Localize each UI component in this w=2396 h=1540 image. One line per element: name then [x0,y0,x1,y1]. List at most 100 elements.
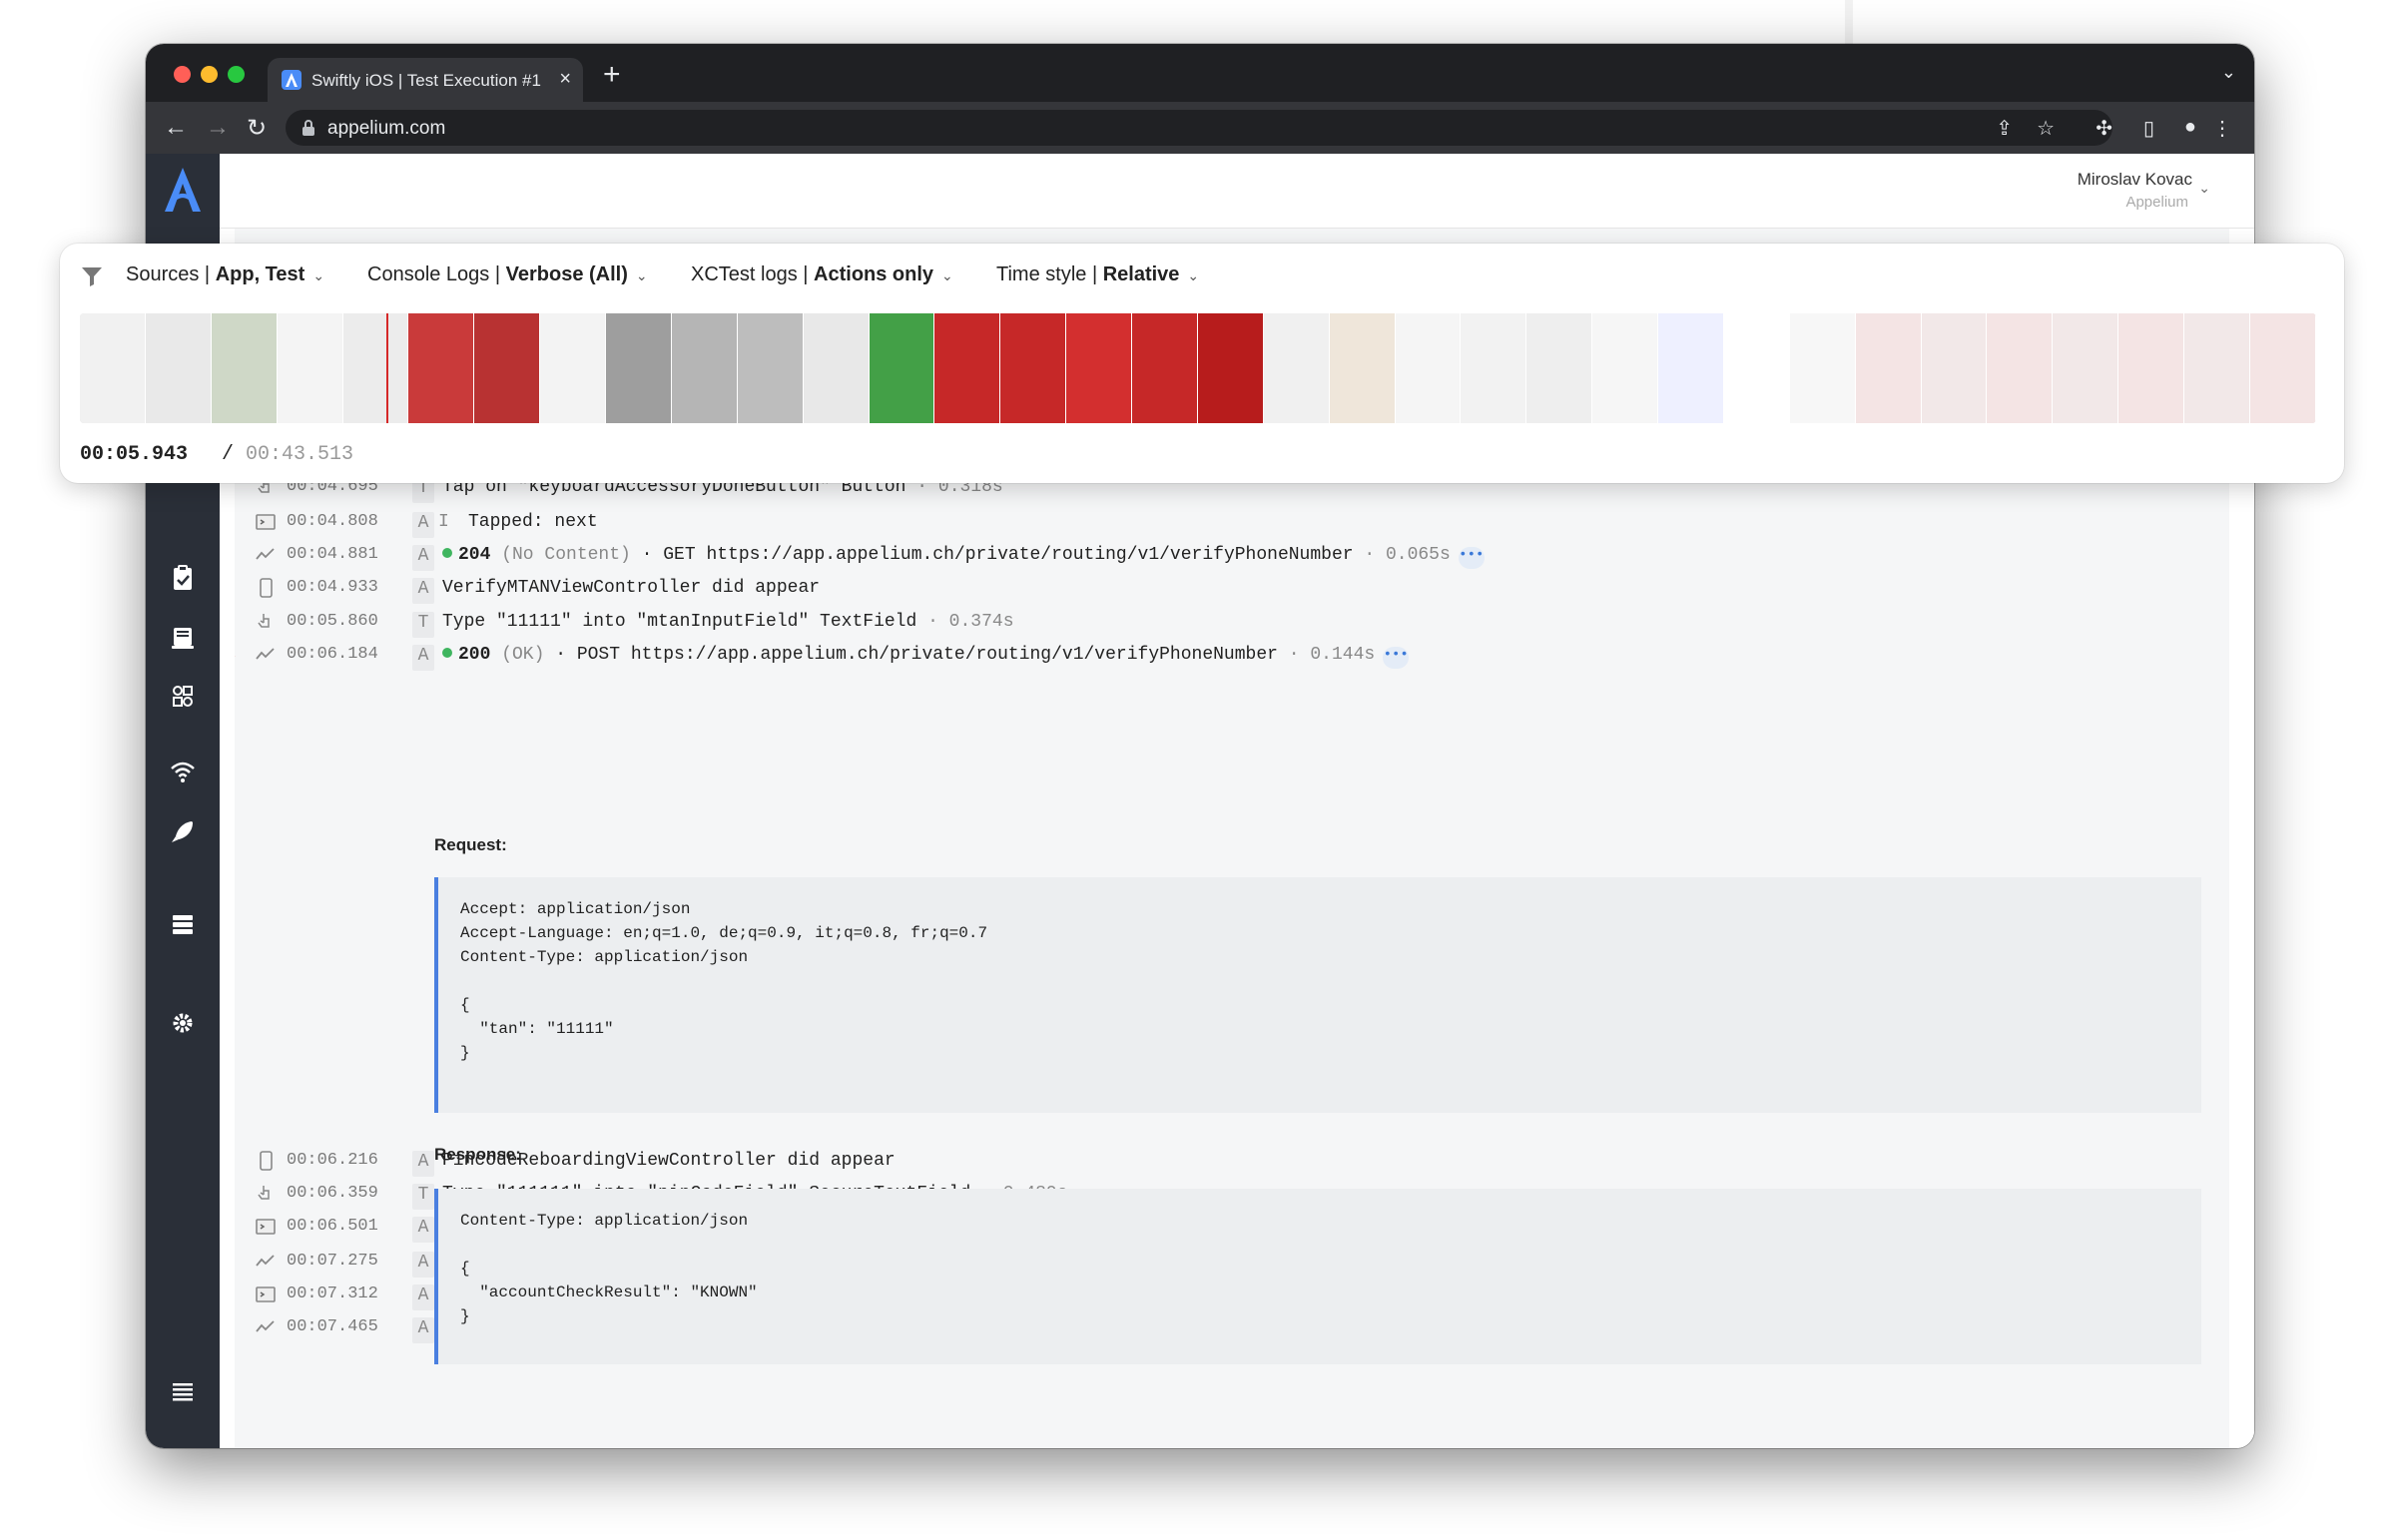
log-row[interactable]: 00:04.808 A I Tapped: next [235,505,2181,539]
screenshot-thumbnail[interactable] [1263,313,1330,423]
screenshot-thumbnail[interactable] [80,313,146,423]
filter-icon[interactable] [80,265,104,292]
url-text: appelium.com [327,118,446,139]
screenshot-thumbnail[interactable] [737,313,804,423]
screenshot-thumbnail[interactable] [2118,313,2184,423]
log-source-badge: A [412,544,434,571]
close-window-button[interactable] [174,66,191,83]
sources-dropdown[interactable]: Sources | App, Test ⌄ [126,263,324,286]
gear-icon[interactable] [168,1008,198,1038]
log-timestamp: 00:05.860 [287,612,378,631]
screenshot-thumbnail[interactable] [1723,313,1790,423]
screenshot-thumbnail[interactable] [1526,313,1593,423]
screenshot-thumbnail[interactable] [474,313,541,423]
screenshot-thumbnail[interactable] [1855,313,1922,423]
screenshot-thumbnail[interactable] [1789,313,1856,423]
side-panel-icon[interactable]: ▯ [2143,116,2154,141]
tab-close-icon[interactable]: × [559,68,571,91]
time-style-label: Time style | [996,263,1103,285]
screenshot-thumbnail[interactable] [1658,313,1724,423]
log-text: Type "11111" into "mtanInputField" TextF… [442,612,917,632]
screenshot-thumbnail[interactable] [2184,313,2250,423]
screenshot-thumbnail[interactable] [1592,313,1658,423]
address-bar[interactable]: appelium.com [286,110,2112,146]
wifi-icon[interactable] [168,757,198,786]
console-logs-label: Console Logs | [367,263,506,285]
timeline-card: Sources | App, Test ⌄ Console Logs | Verb… [60,244,2344,483]
touch-icon [255,611,277,633]
screenshot-thumbnail[interactable] [1329,313,1396,423]
screenshot-thumbnail[interactable] [1000,313,1067,423]
screenshot-thumbnail[interactable] [803,313,870,423]
log-row[interactable]: 00:04.881 A 204 (No Content) · GET https:/… [235,538,2181,572]
appelium-logo-icon[interactable] [162,166,204,219]
screenshot-thumbnail[interactable] [869,313,935,423]
screenshot-thumbnail[interactable] [1921,313,1988,423]
browser-menu-icon[interactable]: ⋮ [2212,116,2232,141]
device-icon[interactable] [168,623,198,653]
screenshot-thumbnail[interactable] [2249,313,2316,423]
more-details-button[interactable]: ••• [1383,647,1410,669]
sources-value: App, Test [215,263,305,285]
response-body: Content-Type: application/json { "accoun… [434,1189,2201,1364]
status-dot-icon [442,547,452,558]
timeline-playhead[interactable] [385,313,388,423]
screenshot-thumbnail[interactable] [2053,313,2119,423]
profile-icon[interactable]: ● [2184,116,2196,139]
extensions-icon[interactable]: ✣ [2096,116,2112,141]
screenshot-thumbnail[interactable] [145,313,212,423]
xctest-logs-dropdown[interactable]: XCTest logs | Actions only ⌄ [691,263,953,286]
log-text: VerifyMTANViewController did appear [442,577,821,598]
screenshot-thumbnail[interactable] [408,313,475,423]
components-icon[interactable] [168,681,198,711]
sources-label: Sources | [126,263,216,285]
screenshot-thumbnail[interactable] [1066,313,1132,423]
user-menu-chevron-icon[interactable]: ⌄ [2198,180,2210,197]
tab-bar: Swiftly iOS | Test Execution #1 × + ⌄ [146,44,2254,102]
log-source-badge: A [412,1283,434,1310]
storage-icon[interactable] [168,909,198,939]
screenshot-thumbnail[interactable] [540,313,606,423]
clipboard-icon[interactable] [168,563,198,593]
screenshot-thumbnail[interactable] [1461,313,1527,423]
screenshot-thumbnail[interactable] [934,313,1001,423]
xctest-logs-label: XCTest logs | [691,263,815,285]
log-level: I [438,511,449,532]
more-details-button[interactable]: ••• [1458,546,1485,569]
log-row[interactable]: ▶00:06.184A200 (OK) · POST https://app.a… [235,638,2181,672]
bookmark-star-icon[interactable]: ☆ [2037,116,2055,141]
back-arrow-icon[interactable]: ← [164,114,188,142]
log-row[interactable]: 00:05.860 T Type "11111" into "mtanInputFi… [235,605,2181,639]
screenshot-thumbnail[interactable] [1197,313,1264,423]
screenshot-thumbnail[interactable] [211,313,278,423]
log-message: 200 (OK) · POST https://app.appelium.ch/… [442,645,1410,669]
time-style-dropdown[interactable]: Time style | Relative ⌄ [996,263,1199,286]
log-source-badge: A [412,577,434,604]
screenshot-thumbnail[interactable] [1132,313,1198,423]
screenshot-thumbnail[interactable] [1395,313,1462,423]
screenshot-thumbnail[interactable] [277,313,343,423]
menu-icon[interactable] [168,1376,198,1406]
rocket-icon[interactable] [168,816,198,846]
share-icon[interactable]: ⇪ [1996,116,2013,141]
user-name[interactable]: Miroslav Kovac [2078,170,2192,190]
console-logs-dropdown[interactable]: Console Logs | Verbose (All) ⌄ [367,263,648,286]
tab-search-chevron-icon[interactable]: ⌄ [2221,62,2236,83]
new-tab-icon[interactable]: + [603,58,621,92]
time-style-value: Relative [1102,263,1180,285]
minimize-window-button[interactable] [201,66,218,83]
browser-tab[interactable]: Swiftly iOS | Test Execution #1 × [268,58,583,102]
forward-arrow-icon[interactable]: → [206,114,230,142]
screenshot-thumbnail[interactable] [671,313,738,423]
http-status-text: (No Content) [490,544,631,565]
log-source-badge: T [412,612,434,638]
screenshot-thumbnail[interactable] [342,313,409,423]
log-row[interactable]: 00:06.216 A PincodeReboardingViewControlle… [235,1144,2181,1178]
screenshot-filmstrip[interactable] [80,313,2316,423]
log-row[interactable]: 00:04.933 A VerifyMTANViewController did a… [235,571,2181,605]
log-timestamp: 00:04.808 [287,511,378,531]
screenshot-thumbnail[interactable] [1987,313,2054,423]
reload-icon[interactable]: ↻ [247,114,267,143]
maximize-window-button[interactable] [228,66,245,83]
screenshot-thumbnail[interactable] [606,313,672,423]
